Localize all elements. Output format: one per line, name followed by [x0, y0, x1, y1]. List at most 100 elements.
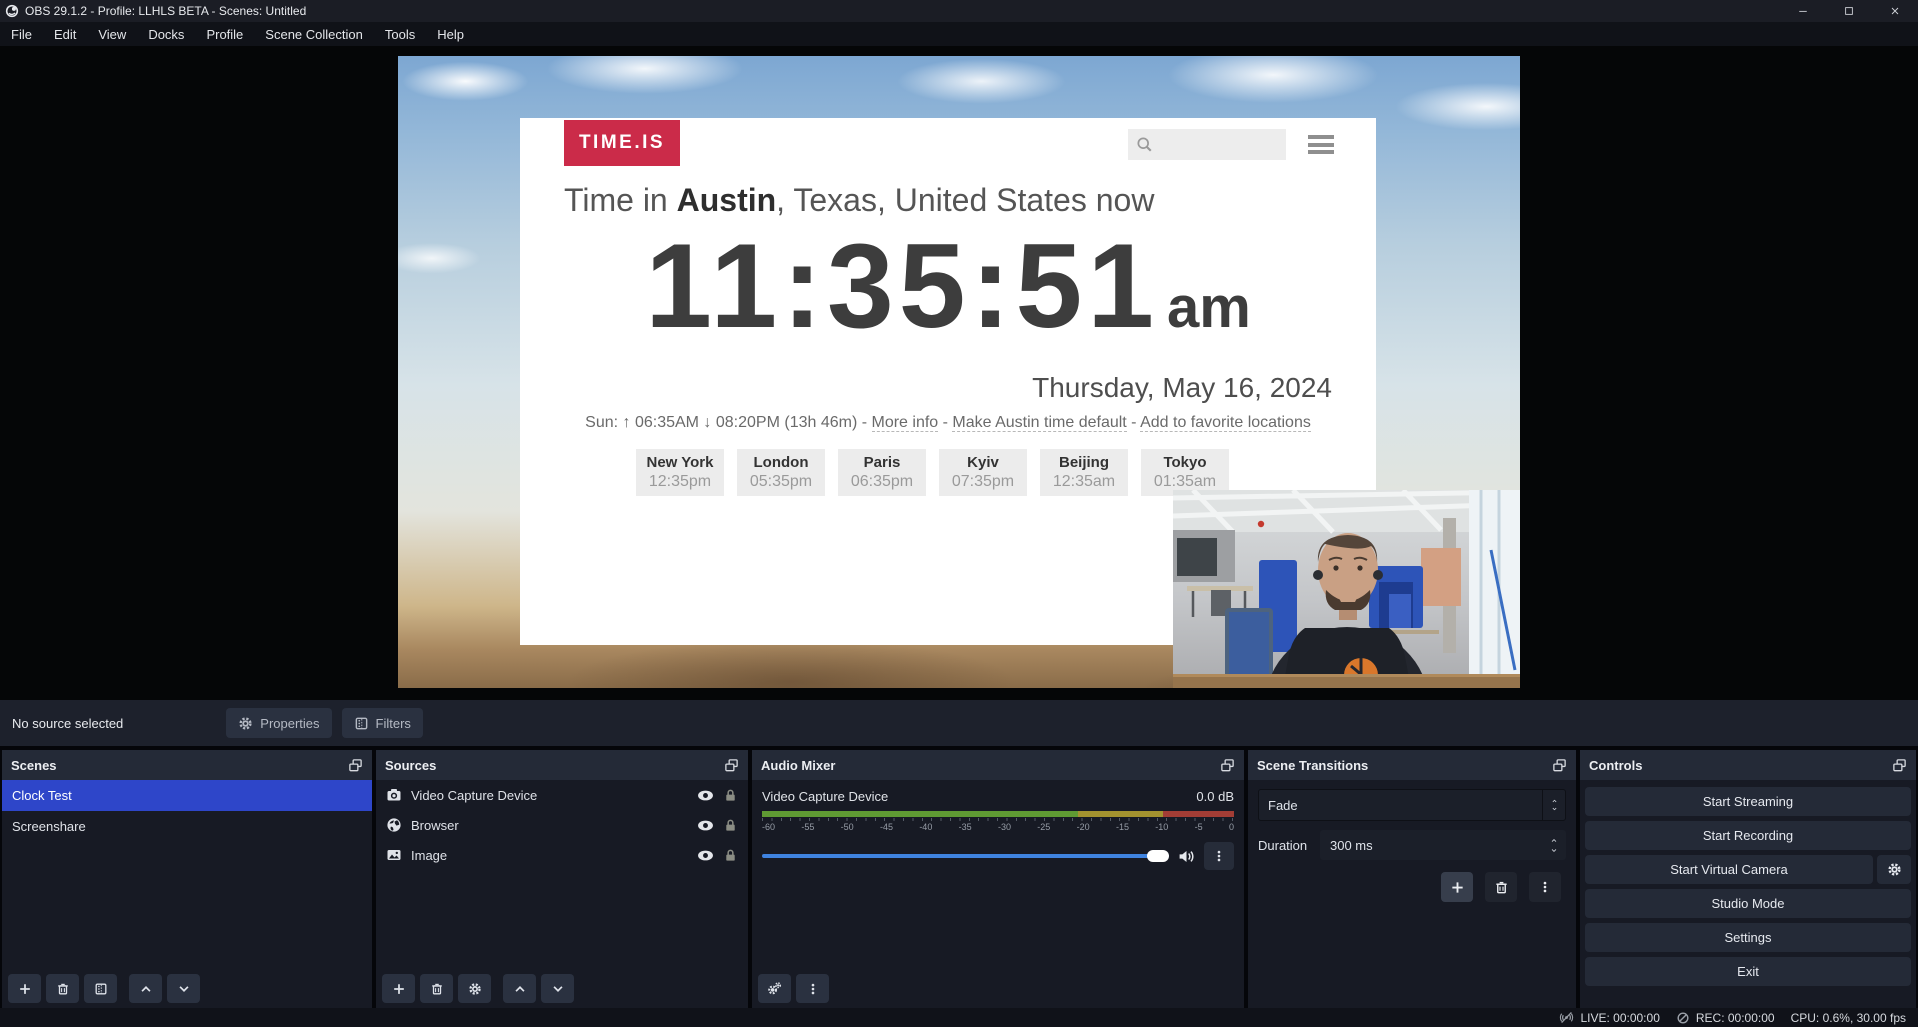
- selected-source-toolbar: No source selected Properties Filters: [0, 700, 1918, 746]
- mixer-menu-button[interactable]: [796, 974, 829, 1003]
- city-card: Tokyo01:35am: [1141, 449, 1229, 496]
- scene-item-screenshare[interactable]: Screenshare: [2, 811, 372, 842]
- popout-icon[interactable]: [1220, 758, 1235, 773]
- menu-item-docks[interactable]: Docks: [137, 22, 195, 46]
- maximize-button[interactable]: [1826, 0, 1872, 22]
- lock-toggle[interactable]: [723, 818, 738, 833]
- scenes-toolbar: [8, 974, 200, 1003]
- cpu-fps-stats: CPU: 0.6%, 30.00 fps: [1791, 1011, 1906, 1025]
- transition-menu-button[interactable]: [1529, 872, 1561, 902]
- filter-icon: [94, 982, 108, 996]
- settings-button[interactable]: Settings: [1585, 923, 1911, 952]
- meter-tick-marks: [762, 818, 1234, 821]
- visibility-toggle[interactable]: [697, 787, 714, 804]
- scenes-dock: Scenes Clock Test Screenshare: [2, 750, 372, 1008]
- meter-scale: -60-55-50-45-40-35-30-25-20-15-10-50: [762, 822, 1234, 832]
- spinner-arrows-icon[interactable]: [1549, 830, 1559, 860]
- live-timer: LIVE: 00:00:00: [1580, 1011, 1659, 1025]
- scene-filters-button[interactable]: [84, 974, 117, 1003]
- kebab-icon: [806, 982, 820, 996]
- menu-item-view[interactable]: View: [87, 22, 137, 46]
- source-item-image[interactable]: Image: [376, 840, 748, 870]
- globe-icon: [386, 817, 402, 833]
- visibility-toggle[interactable]: [697, 817, 714, 834]
- chevron-up-icon: [513, 982, 527, 996]
- advanced-audio-button[interactable]: [758, 974, 791, 1003]
- duration-label: Duration: [1258, 838, 1310, 853]
- rec-timer: REC: 00:00:00: [1696, 1011, 1775, 1025]
- popout-icon[interactable]: [724, 758, 739, 773]
- menu-item-help[interactable]: Help: [426, 22, 475, 46]
- add-scene-button[interactable]: [8, 974, 41, 1003]
- video-preview[interactable]: TIME.IS Time in Austin, Texas, United St…: [398, 56, 1520, 688]
- window-title: OBS 29.1.2 - Profile: LLHLS BETA - Scene…: [25, 4, 306, 18]
- add-source-button[interactable]: [382, 974, 415, 1003]
- hamburger-menu-icon[interactable]: [1308, 135, 1334, 154]
- search-input[interactable]: [1159, 136, 1275, 154]
- visibility-toggle[interactable]: [697, 847, 714, 864]
- timeis-search-box: [1128, 129, 1286, 160]
- clock-time: 11:35:51: [645, 226, 1159, 346]
- add-transition-button[interactable]: [1441, 872, 1473, 902]
- menu-item-profile[interactable]: Profile: [195, 22, 254, 46]
- menu-item-file[interactable]: File: [0, 22, 43, 46]
- controls-dock: Controls Start Streaming Start Recording…: [1580, 750, 1916, 1008]
- minimize-button[interactable]: [1780, 0, 1826, 22]
- move-scene-down-button[interactable]: [167, 974, 200, 1003]
- mixer-channel-name: Video Capture Device: [762, 789, 888, 804]
- duration-spinner[interactable]: 300 ms: [1320, 830, 1566, 860]
- close-button[interactable]: [1872, 0, 1918, 22]
- source-item-browser[interactable]: Browser: [376, 810, 748, 840]
- sources-toolbar: [382, 974, 574, 1003]
- move-source-up-button[interactable]: [503, 974, 536, 1003]
- volume-slider-handle[interactable]: [1147, 850, 1169, 862]
- mixer-channel-menu-button[interactable]: [1204, 842, 1234, 870]
- sources-header: Sources: [376, 750, 748, 780]
- popout-icon[interactable]: [1552, 758, 1567, 773]
- preview-area: TIME.IS Time in Austin, Texas, United St…: [0, 46, 1918, 700]
- timeis-logo: TIME.IS: [564, 120, 680, 166]
- city-card: London05:35pm: [737, 449, 825, 496]
- speaker-icon[interactable]: [1178, 848, 1195, 865]
- virtual-camera-settings-button[interactable]: [1877, 855, 1911, 884]
- plus-icon: [1450, 880, 1465, 895]
- transitions-header: Scene Transitions: [1248, 750, 1576, 780]
- trash-icon: [430, 982, 444, 996]
- clock-ampm: am: [1167, 274, 1251, 341]
- remove-scene-button[interactable]: [46, 974, 79, 1003]
- search-icon: [1136, 136, 1153, 153]
- gear-icon: [468, 982, 482, 996]
- scene-item-clock-test[interactable]: Clock Test: [2, 780, 372, 811]
- lock-toggle[interactable]: [723, 788, 738, 803]
- source-item-video-capture[interactable]: Video Capture Device: [376, 780, 748, 810]
- kebab-icon: [1212, 849, 1226, 863]
- exit-button[interactable]: Exit: [1585, 957, 1911, 986]
- remove-source-button[interactable]: [420, 974, 453, 1003]
- move-source-down-button[interactable]: [541, 974, 574, 1003]
- menu-item-scene-collection[interactable]: Scene Collection: [254, 22, 374, 46]
- source-status-text: No source selected: [12, 716, 123, 731]
- menu-item-edit[interactable]: Edit: [43, 22, 87, 46]
- lock-toggle[interactable]: [723, 848, 738, 863]
- start-streaming-button[interactable]: Start Streaming: [1585, 787, 1911, 816]
- city-card: Paris06:35pm: [838, 449, 926, 496]
- popout-icon[interactable]: [1892, 758, 1907, 773]
- studio-mode-button[interactable]: Studio Mode: [1585, 889, 1911, 918]
- start-virtual-camera-button[interactable]: Start Virtual Camera: [1585, 855, 1873, 884]
- dock-area: Scenes Clock Test Screenshare Sources Vi…: [0, 750, 1918, 1008]
- world-clock-row: New York12:35pm London05:35pm Paris06:35…: [636, 449, 1229, 496]
- webcam-overlay[interactable]: [1173, 490, 1520, 688]
- transition-select[interactable]: Fade: [1258, 789, 1566, 821]
- source-properties-button[interactable]: [458, 974, 491, 1003]
- volume-slider[interactable]: [762, 854, 1169, 858]
- remove-transition-button[interactable]: [1485, 872, 1517, 902]
- move-scene-up-button[interactable]: [129, 974, 162, 1003]
- menu-item-tools[interactable]: Tools: [374, 22, 426, 46]
- trash-icon: [56, 982, 70, 996]
- start-recording-button[interactable]: Start Recording: [1585, 821, 1911, 850]
- popout-icon[interactable]: [348, 758, 363, 773]
- properties-button[interactable]: Properties: [226, 708, 331, 738]
- filters-button[interactable]: Filters: [342, 708, 423, 738]
- gears-icon: [767, 981, 782, 996]
- status-bar: LIVE: 00:00:00 REC: 00:00:00 CPU: 0.6%, …: [0, 1008, 1918, 1027]
